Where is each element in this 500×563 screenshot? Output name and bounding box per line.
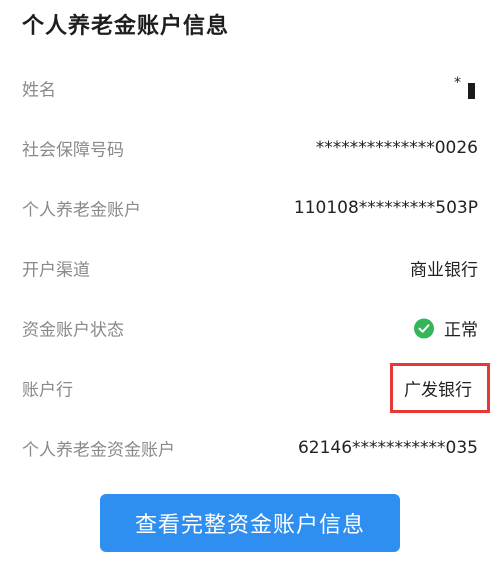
name-mask-bar — [468, 83, 475, 99]
info-row-pension-account: 个人养老金账户 110108*********503P — [22, 190, 478, 226]
bank-label: 账户行 — [22, 380, 73, 401]
name-mask-star: * — [454, 75, 461, 91]
name-label: 姓名 — [22, 80, 56, 101]
page-title: 个人养老金账户信息 — [22, 14, 230, 39]
ssn-label: 社会保障号码 — [22, 140, 124, 161]
bank-highlight-box — [390, 363, 490, 413]
name-value: * — [454, 75, 478, 99]
ssn-value: **************0026 — [315, 138, 478, 158]
pension-account-value: 110108*********503P — [293, 198, 478, 218]
info-row-name: 姓名 * — [22, 70, 478, 106]
channel-value: 商业银行 — [410, 260, 478, 281]
info-row-fund-account: 个人养老金资金账户 62146***********035 — [22, 430, 478, 466]
fund-account-value: 62146***********035 — [297, 438, 478, 458]
status-text: 正常 — [444, 320, 478, 341]
status-label: 资金账户状态 — [22, 320, 124, 341]
channel-label: 开户渠道 — [22, 260, 90, 281]
status-value: 正常 — [414, 316, 478, 341]
info-row-status: 资金账户状态 正常 — [22, 310, 478, 346]
check-circle-icon — [414, 318, 434, 338]
fund-account-label: 个人养老金资金账户 — [22, 440, 175, 461]
view-full-account-button[interactable]: 查看完整资金账户信息 — [100, 494, 400, 552]
info-row-channel: 开户渠道 商业银行 — [22, 250, 478, 286]
masked-name: * — [454, 75, 478, 99]
pension-account-label: 个人养老金账户 — [22, 200, 141, 221]
info-row-ssn: 社会保障号码 **************0026 — [22, 130, 478, 166]
